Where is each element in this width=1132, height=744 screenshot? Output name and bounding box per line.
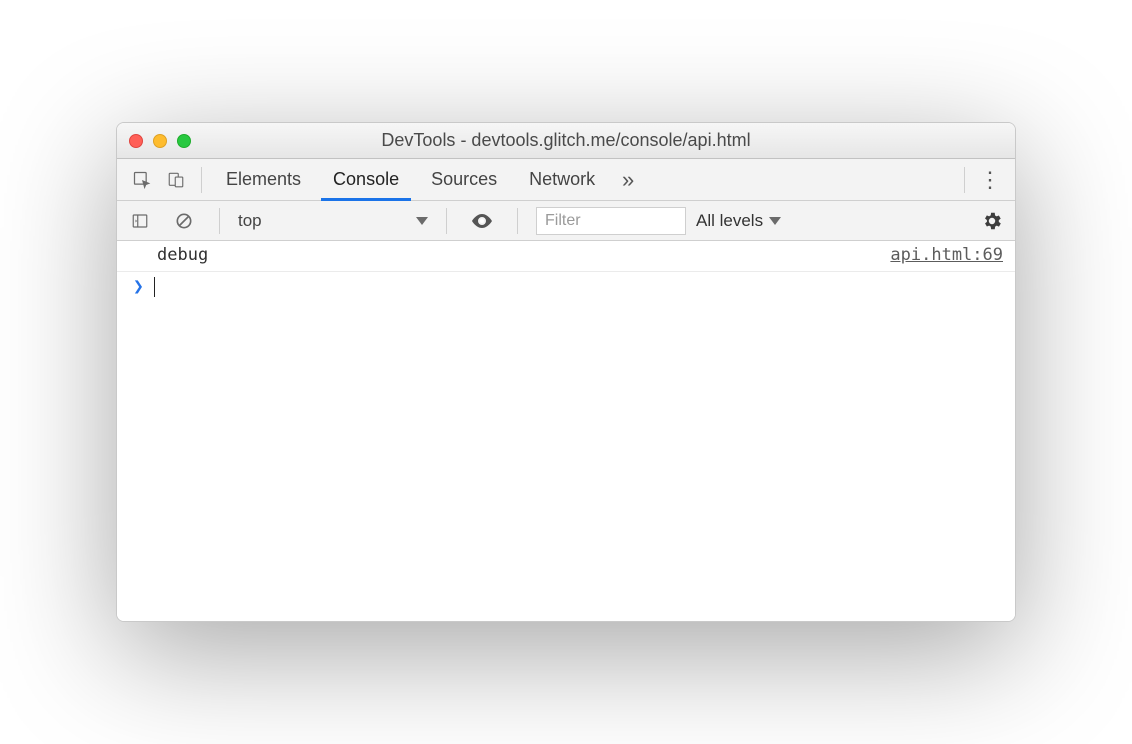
log-levels-label: All levels bbox=[696, 211, 763, 231]
devtools-window: DevTools - devtools.glitch.me/console/ap… bbox=[116, 122, 1016, 622]
toggle-device-icon[interactable] bbox=[159, 163, 193, 197]
tab-elements[interactable]: Elements bbox=[210, 159, 317, 200]
close-window-button[interactable] bbox=[129, 134, 143, 148]
tab-network[interactable]: Network bbox=[513, 159, 611, 200]
chevron-down-icon bbox=[416, 217, 428, 225]
console-settings-icon[interactable] bbox=[975, 204, 1009, 238]
window-controls bbox=[129, 134, 191, 148]
chevron-down-icon bbox=[769, 217, 781, 225]
log-levels-select[interactable]: All levels bbox=[696, 211, 781, 231]
tab-sources[interactable]: Sources bbox=[415, 159, 513, 200]
inspect-element-icon[interactable] bbox=[125, 163, 159, 197]
console-message-text: debug bbox=[157, 245, 208, 265]
execution-context-select[interactable]: top bbox=[238, 211, 428, 231]
console-sidebar-toggle-icon[interactable] bbox=[123, 204, 157, 238]
tab-console[interactable]: Console bbox=[317, 159, 415, 200]
divider bbox=[446, 208, 447, 234]
console-body: debug api.html:69 ❯ bbox=[117, 241, 1015, 621]
live-expression-icon[interactable] bbox=[465, 204, 499, 238]
console-prompt[interactable]: ❯ bbox=[117, 272, 1015, 301]
devtools-tabs: Elements Console Sources Network » ⋮ bbox=[117, 159, 1015, 201]
clear-console-icon[interactable] bbox=[167, 204, 201, 238]
divider bbox=[964, 167, 965, 193]
window-titlebar: DevTools - devtools.glitch.me/console/ap… bbox=[117, 123, 1015, 159]
text-cursor bbox=[154, 277, 156, 297]
console-filter-input[interactable] bbox=[536, 207, 686, 235]
divider bbox=[517, 208, 518, 234]
divider bbox=[201, 167, 202, 193]
console-message-row: debug api.html:69 bbox=[117, 241, 1015, 272]
prompt-caret-icon: ❯ bbox=[133, 276, 144, 297]
maximize-window-button[interactable] bbox=[177, 134, 191, 148]
console-message-source-link[interactable]: api.html:69 bbox=[890, 245, 1003, 265]
more-tabs-button[interactable]: » bbox=[611, 167, 645, 193]
divider bbox=[219, 208, 220, 234]
console-toolbar: top All levels bbox=[117, 201, 1015, 241]
devtools-menu-button[interactable]: ⋮ bbox=[973, 167, 1007, 193]
execution-context-label: top bbox=[238, 211, 262, 231]
window-title: DevTools - devtools.glitch.me/console/ap… bbox=[117, 130, 1015, 151]
minimize-window-button[interactable] bbox=[153, 134, 167, 148]
